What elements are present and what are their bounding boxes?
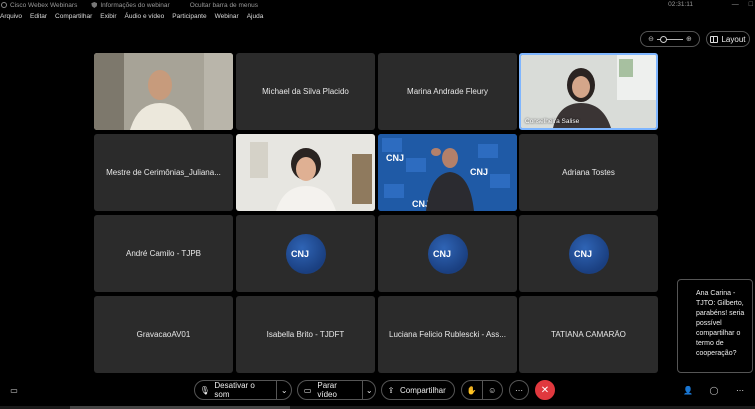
participant-tile[interactable]: TATIANA CAMARÃO xyxy=(519,296,658,373)
chat-icon[interactable]: ◯ xyxy=(704,380,724,400)
layout-label: Layout xyxy=(721,34,746,44)
menu-item-ajuda[interactable]: Ajuda xyxy=(247,13,264,24)
participant-name: Adriana Tostes xyxy=(562,168,615,177)
participant-tile-interpreter[interactable]: CNJ CNJ CNJ xyxy=(378,134,517,211)
zoom-slider[interactable]: ⊖ ⊕ xyxy=(640,31,700,47)
participant-name: Conselheira Salise xyxy=(525,118,580,125)
participant-name: Marina Andrade Fleury xyxy=(407,87,488,96)
cnj-logo-text: CNJ xyxy=(573,248,592,259)
hide-menu-bar-button[interactable]: Ocultar barra de menus xyxy=(190,2,258,9)
more-icon[interactable]: ⋯ xyxy=(730,380,750,400)
stop-video-button[interactable]: ▭ Parar vídeo ⌄ xyxy=(297,380,376,400)
menu-item-compartilhar[interactable]: Compartilhar xyxy=(55,13,92,24)
cnj-logo: CNJ xyxy=(427,233,468,274)
participant-video-image xyxy=(236,134,375,211)
layout-icon xyxy=(710,35,719,43)
webinar-info-label: Informações do webinar xyxy=(100,1,170,9)
more-options-button[interactable]: ⋯ xyxy=(509,380,529,400)
chat-message-popup[interactable]: Ana Carina - TJTO: Gilberto, parabéns! s… xyxy=(677,279,753,373)
participant-tile-logo[interactable]: CNJ xyxy=(519,215,658,292)
participant-tile[interactable]: GravacaoAV01 xyxy=(94,296,233,373)
minimize-icon[interactable]: — xyxy=(732,1,739,8)
chevron-down-icon[interactable]: ⌄ xyxy=(363,386,375,395)
participant-tile-logo[interactable]: CNJ xyxy=(236,215,375,292)
cnj-logo-text: CNJ xyxy=(432,248,451,259)
microphone-icon: 🎙 xyxy=(199,385,210,395)
participant-name: Michael da Silva Placido xyxy=(262,87,349,96)
participant-name: Mestre de Cerimônias_Juliana... xyxy=(106,168,221,177)
menu-item-audio-video[interactable]: Áudio e vídeo xyxy=(125,13,165,24)
meeting-timer: 02:31:11 xyxy=(668,1,693,8)
zoom-out-icon[interactable]: ⊖ xyxy=(648,35,654,43)
participant-tile[interactable]: Isabella Brito - TJDFT xyxy=(236,296,375,373)
stop-video-label: Parar vídeo xyxy=(317,381,337,399)
emoji-icon[interactable]: ☺ xyxy=(482,386,502,395)
app-title-label: Cisco Webex Webinars xyxy=(10,1,78,9)
participants-icon[interactable]: 👤 xyxy=(678,380,698,400)
menu-item-participante[interactable]: Participante xyxy=(172,13,206,24)
participant-name: GravacaoAV01 xyxy=(136,330,191,339)
menu-item-editar[interactable]: Editar xyxy=(30,13,47,24)
reactions-button[interactable]: ✋ ☺ xyxy=(461,380,503,400)
participant-tile[interactable]: Adriana Tostes xyxy=(519,134,658,211)
participant-tile-video[interactable] xyxy=(94,53,233,130)
chevron-down-icon[interactable]: ⌄ xyxy=(277,386,291,395)
share-label: Compartilhar xyxy=(400,385,446,395)
participant-video-image xyxy=(94,53,233,130)
leave-meeting-button[interactable]: ✕ xyxy=(535,380,555,400)
zoom-handle[interactable] xyxy=(660,35,667,43)
share-button[interactable]: ⇪ Compartilhar xyxy=(381,380,455,400)
menu-item-arquivo[interactable]: Arquivo xyxy=(0,13,22,24)
maximize-icon[interactable]: □ xyxy=(749,1,753,8)
participant-video-image: CNJ CNJ CNJ xyxy=(378,134,517,211)
participant-tile[interactable]: Marina Andrade Fleury xyxy=(378,53,517,130)
menu-item-exibir[interactable]: Exibir xyxy=(100,13,116,24)
share-screen-icon: ⇪ xyxy=(387,385,395,395)
participant-tile[interactable]: Mestre de Cerimônias_Juliana... xyxy=(94,134,233,211)
zoom-track[interactable] xyxy=(657,35,683,43)
mute-button[interactable]: 🎙 Desativar o som ⌄ xyxy=(194,380,292,400)
zoom-in-icon[interactable]: ⊕ xyxy=(686,35,692,43)
raise-hand-icon[interactable]: ✋ xyxy=(462,386,482,395)
participant-tile-active-speaker[interactable]: Conselheira Salise xyxy=(519,53,658,130)
cnj-logo: CNJ xyxy=(568,233,609,274)
cnj-logo-text: CNJ xyxy=(290,248,309,259)
app-title: Cisco Webex Webinars xyxy=(1,2,77,9)
svg-text:CNJ: CNJ xyxy=(470,167,488,177)
captions-icon[interactable]: ▭ xyxy=(4,380,24,400)
participant-tile[interactable]: Luciana Felicio Rublescki - Ass... xyxy=(378,296,517,373)
shield-icon xyxy=(91,2,98,8)
webex-icon xyxy=(1,2,7,8)
participant-tile[interactable]: Michael da Silva Placido xyxy=(236,53,375,130)
layout-button[interactable]: Layout xyxy=(706,31,750,47)
bottom-toolbar: ▭ 🎙 Desativar o som ⌄ ▭ Parar vídeo ⌄ ⇪ … xyxy=(0,376,755,409)
cnj-logo: CNJ xyxy=(285,233,326,274)
chat-message-text: Ana Carina - TJTO: Gilberto, parabéns! s… xyxy=(696,290,745,357)
participant-tile[interactable]: André Camilo - TJPB xyxy=(94,215,233,292)
participant-name: TATIANA CAMARÃO xyxy=(551,330,626,339)
window-controls: — □ xyxy=(732,1,753,8)
menu-item-webinar[interactable]: Webinar xyxy=(215,13,239,24)
svg-text:CNJ: CNJ xyxy=(386,153,404,163)
participant-name: Luciana Felicio Rublescki - Ass... xyxy=(389,330,506,339)
camera-icon: ▭ xyxy=(303,385,312,395)
title-bar: Cisco Webex Webinars Informações do webi… xyxy=(0,0,755,10)
webinar-info-button[interactable]: Informações do webinar xyxy=(91,1,170,9)
menu-bar: Arquivo Editar Compartilhar Exibir Áudio… xyxy=(0,13,271,24)
participant-name: Isabella Brito - TJDFT xyxy=(266,330,345,339)
participant-tile-video[interactable] xyxy=(236,134,375,211)
mute-label: Desativar o som xyxy=(214,381,255,399)
participant-name: André Camilo - TJPB xyxy=(126,249,201,258)
participant-tile-logo[interactable]: CNJ xyxy=(378,215,517,292)
